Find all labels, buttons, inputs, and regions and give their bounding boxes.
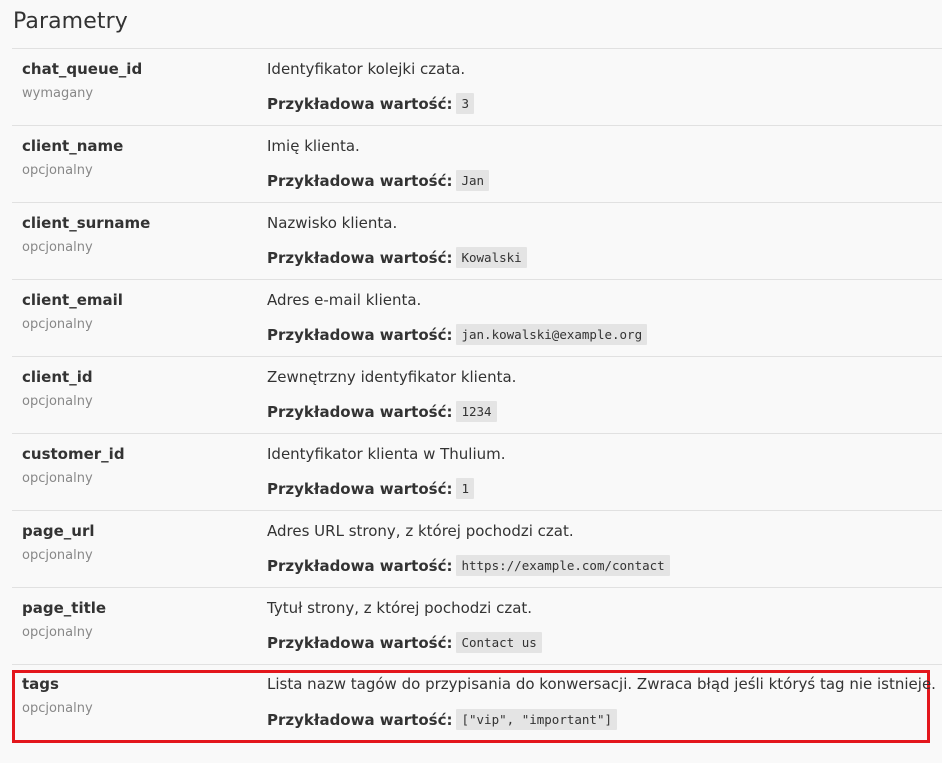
param-requirement: opcjonalny [22, 471, 93, 486]
example-label: Przykładowa wartość: [267, 710, 453, 729]
param-description: Adres e-mail klienta. [267, 291, 422, 309]
param-row-client-id: client_id opcjonalny Zewnętrzny identyfi… [12, 357, 942, 434]
example-label: Przykładowa wartość: [267, 325, 453, 344]
param-description: Tytuł strony, z której pochodzi czat. [267, 599, 533, 617]
parameter-list: chat_queue_id wymagany Identyfikator kol… [12, 48, 942, 744]
param-name: chat_queue_id [22, 60, 143, 78]
example-label: Przykładowa wartość: [267, 402, 453, 421]
param-row-page-title: page_title opcjonalny Tytuł strony, z kt… [12, 588, 942, 665]
param-row-customer-id: customer_id opcjonalny Identyfikator kli… [12, 434, 942, 511]
param-example: Przykładowa wartość: https://example.com… [267, 555, 670, 576]
param-name: client_id [22, 368, 93, 386]
example-value: https://example.com/contact [456, 555, 670, 576]
param-requirement: opcjonalny [22, 394, 93, 409]
example-value: Jan [456, 170, 490, 191]
param-example: Przykładowa wartość: 1 [267, 478, 475, 499]
example-label: Przykładowa wartość: [267, 556, 453, 575]
example-label: Przykładowa wartość: [267, 479, 453, 498]
param-example: Przykładowa wartość: jan.kowalski@exampl… [267, 324, 648, 345]
example-label: Przykładowa wartość: [267, 171, 453, 190]
param-description: Identyfikator kolejki czata. [267, 60, 466, 78]
param-example: Przykładowa wartość: Kowalski [267, 247, 527, 268]
param-example: Przykładowa wartość: ["vip", "important"… [267, 709, 617, 730]
example-label: Przykładowa wartość: [267, 94, 453, 113]
param-name: tags [22, 675, 59, 693]
param-name: customer_id [22, 445, 125, 463]
param-row-chat-queue-id: chat_queue_id wymagany Identyfikator kol… [12, 49, 942, 126]
example-value: ["vip", "important"] [456, 709, 617, 730]
example-label: Przykładowa wartość: [267, 248, 453, 267]
param-requirement: opcjonalny [22, 317, 93, 332]
param-requirement: opcjonalny [22, 701, 93, 716]
example-value: 1234 [456, 401, 497, 422]
param-row-tags: tags opcjonalny Lista nazw tagów do przy… [12, 665, 942, 744]
param-requirement: wymagany [22, 86, 94, 101]
param-description: Zewnętrzny identyfikator klienta. [267, 368, 517, 386]
param-description: Lista nazw tagów do przypisania do konwe… [267, 675, 936, 693]
param-requirement: opcjonalny [22, 625, 93, 640]
param-example: Przykładowa wartość: 1234 [267, 401, 497, 422]
param-description: Nazwisko klienta. [267, 214, 398, 232]
param-example: Przykładowa wartość: 3 [267, 93, 475, 114]
param-requirement: opcjonalny [22, 163, 93, 178]
example-value: Kowalski [456, 247, 527, 268]
param-row-client-name: client_name opcjonalny Imię klienta. Prz… [12, 126, 942, 203]
param-name: client_name [22, 137, 124, 155]
param-description: Identyfikator klienta w Thulium. [267, 445, 506, 463]
example-value: Contact us [456, 632, 542, 653]
param-requirement: opcjonalny [22, 548, 93, 563]
param-name: page_url [22, 522, 95, 540]
param-requirement: opcjonalny [22, 240, 93, 255]
param-name: page_title [22, 599, 107, 617]
section-heading: Parametry [13, 9, 128, 34]
param-row-client-surname: client_surname opcjonalny Nazwisko klien… [12, 203, 942, 280]
param-example: Przykładowa wartość: Contact us [267, 632, 542, 653]
param-name: client_surname [22, 214, 151, 232]
param-row-client-email: client_email opcjonalny Adres e-mail kli… [12, 280, 942, 357]
example-value: 3 [456, 93, 475, 114]
example-value: 1 [456, 478, 475, 499]
example-label: Przykładowa wartość: [267, 633, 453, 652]
param-example: Przykładowa wartość: Jan [267, 170, 490, 191]
param-name: client_email [22, 291, 123, 309]
example-value: jan.kowalski@example.org [456, 324, 648, 345]
param-description: Adres URL strony, z której pochodzi czat… [267, 522, 574, 540]
param-description: Imię klienta. [267, 137, 360, 155]
param-row-page-url: page_url opcjonalny Adres URL strony, z … [12, 511, 942, 588]
